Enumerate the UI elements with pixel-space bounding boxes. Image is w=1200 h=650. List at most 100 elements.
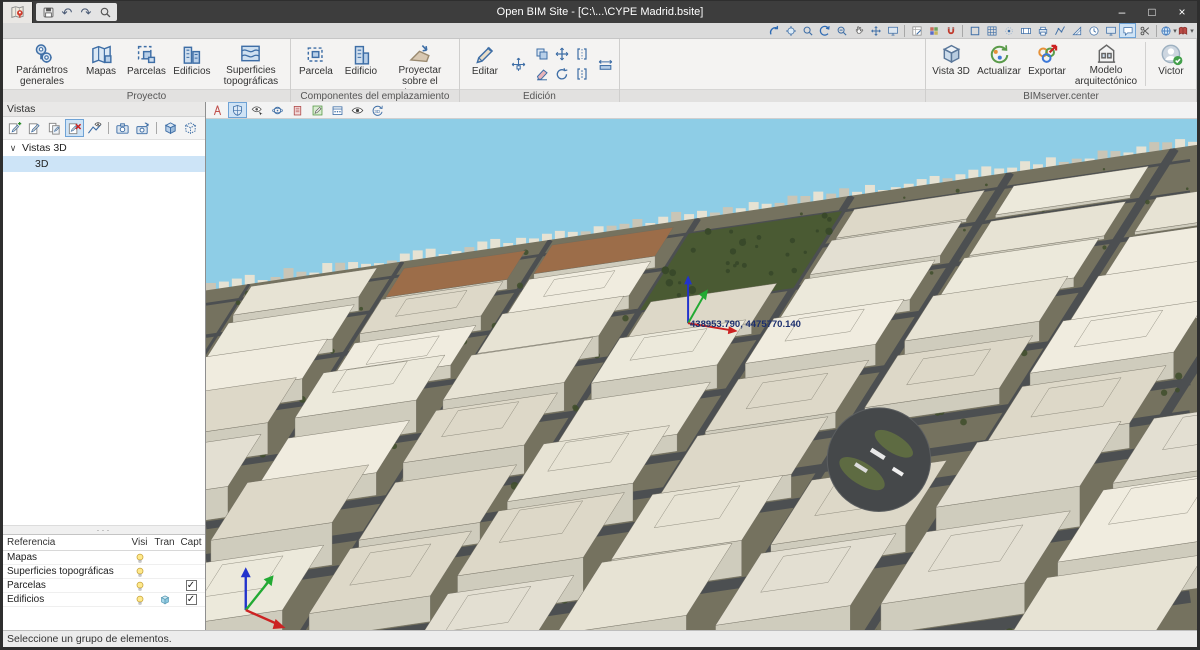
templates-icon[interactable]: [1102, 23, 1119, 38]
zoom-window-icon[interactable]: [799, 23, 816, 38]
zoom-out-icon[interactable]: [833, 23, 850, 38]
redo-icon[interactable]: ↷: [77, 4, 95, 20]
superficies-topograficas-button[interactable]: Superficies topográficas: [215, 40, 287, 88]
edificio-button[interactable]: Edificio: [339, 40, 383, 88]
parcelas-button[interactable]: Parcelas: [124, 40, 169, 88]
add-view-icon[interactable]: [5, 119, 24, 137]
close-button[interactable]: ×: [1167, 1, 1197, 23]
visible-icon[interactable]: [131, 592, 148, 607]
ribbon: Parámetros generalesMapasParcelasEdifici…: [3, 39, 1197, 102]
protection-shield-icon[interactable]: [228, 102, 247, 118]
bimserver-web-icon[interactable]: ▾: [1160, 23, 1177, 38]
grid-icon[interactable]: [983, 23, 1000, 38]
background-window-icon[interactable]: [328, 102, 347, 118]
cut-icon[interactable]: [1136, 23, 1153, 38]
tree-item-3d-selected[interactable]: 3D: [3, 156, 205, 172]
victor-button[interactable]: Victor: [1149, 40, 1193, 88]
editar-button[interactable]: Editar: [463, 40, 507, 88]
dxf-dwg-templates-icon[interactable]: [908, 23, 925, 38]
visible-icon[interactable]: [131, 564, 148, 579]
point-snap-icon[interactable]: [1000, 23, 1017, 38]
minimize-button[interactable]: –: [1107, 1, 1137, 23]
visible-icon[interactable]: [131, 550, 148, 565]
tree-node-vistas-3d[interactable]: ∨ Vistas 3D: [3, 140, 205, 156]
row-label: Parcelas: [3, 580, 127, 591]
mapas-button[interactable]: Mapas: [79, 40, 123, 88]
set-square-icon[interactable]: [1068, 23, 1085, 38]
snapshot-icon[interactable]: [113, 119, 132, 137]
editar-label: Editar: [472, 66, 498, 77]
edificios-button[interactable]: Edificios: [170, 40, 214, 88]
building-visibility-icon[interactable]: [288, 102, 307, 118]
object-snap-icon[interactable]: [942, 23, 959, 38]
viewport: 3D 438953.790, 4475770.140: [206, 102, 1197, 630]
rotate-3d-icon[interactable]: 3D: [368, 102, 387, 118]
print-icon[interactable]: [1034, 23, 1051, 38]
selection-window-icon[interactable]: [966, 23, 983, 38]
wireframe-view-icon[interactable]: [181, 119, 200, 137]
simetria-icon[interactable]: [573, 47, 590, 62]
save-icon[interactable]: [39, 4, 57, 20]
acotar-icon[interactable]: [597, 57, 614, 72]
modelo-arquitectonico-button[interactable]: Modelo arquitectónico: [1070, 40, 1142, 88]
orbit-scene-icon[interactable]: [782, 23, 799, 38]
comment-icon[interactable]: [1119, 23, 1136, 38]
panel-splitter[interactable]: ···: [3, 525, 205, 534]
rotate-view-icon[interactable]: [765, 23, 782, 38]
ribbon-group-edicion: Editar Edición: [460, 39, 620, 102]
chevron-down-icon[interactable]: ∨: [8, 143, 18, 154]
duplicate-view-icon[interactable]: [45, 119, 64, 137]
select-elements-icon[interactable]: [248, 102, 267, 118]
work-plane-icon[interactable]: [208, 102, 227, 118]
cube-icon: [940, 42, 963, 66]
snapshot-update-icon[interactable]: [133, 119, 152, 137]
dynamic-zoom-icon[interactable]: [816, 23, 833, 38]
vista-3d-button[interactable]: Vista 3D: [929, 40, 973, 88]
solid-view-icon[interactable]: [161, 119, 180, 137]
parametros-generales-button[interactable]: Parámetros generales: [6, 40, 78, 88]
proyectar-sobre-el-terreno-button[interactable]: Proyectar sobre el terreno: [384, 40, 456, 88]
col-tran: Tran: [152, 537, 177, 548]
protractor-icon[interactable]: [1085, 23, 1102, 38]
3d-city-scene[interactable]: [206, 119, 1197, 630]
girar-icon[interactable]: [553, 67, 570, 82]
viewport-canvas[interactable]: 438953.790, 4475770.140: [206, 119, 1197, 630]
views-panel: Vistas ∨ Vistas 3D 3D ··· Referencia Vis…: [3, 102, 206, 630]
edit-view-icon[interactable]: [25, 119, 44, 137]
pan-icon[interactable]: [850, 23, 867, 38]
table-row-edificios[interactable]: Edificios✓: [3, 593, 205, 607]
table-row-superficies-topogr-ficas[interactable]: Superficies topográficas: [3, 565, 205, 579]
move-view-icon[interactable]: [867, 23, 884, 38]
textures-icon[interactable]: [925, 23, 942, 38]
capture-checkbox[interactable]: ✓: [186, 594, 197, 605]
invertir-icon[interactable]: [573, 67, 590, 82]
edit-plane-icon[interactable]: [308, 102, 327, 118]
borrar-icon[interactable]: [533, 67, 550, 82]
actualizar-button[interactable]: Actualizar: [974, 40, 1024, 88]
maximize-button[interactable]: □: [1137, 1, 1167, 23]
delete-view-icon[interactable]: [65, 119, 84, 137]
dimension-ruler-icon[interactable]: [1017, 23, 1034, 38]
help-book-icon[interactable]: ▾: [1177, 23, 1194, 38]
undo-icon[interactable]: ↶: [58, 4, 76, 20]
visibility-icon[interactable]: [348, 102, 367, 118]
parcela-button[interactable]: Parcela: [294, 40, 338, 88]
capture-checkbox[interactable]: ✓: [186, 580, 197, 591]
elevation-view-icon[interactable]: [85, 119, 104, 137]
table-row-mapas[interactable]: Mapas: [3, 551, 205, 565]
ribbon-group-label-edicion: Edición: [460, 89, 619, 102]
full-screen-icon[interactable]: [884, 23, 901, 38]
exportar-button[interactable]: Exportar: [1025, 40, 1069, 88]
transparency-icon[interactable]: [156, 592, 173, 607]
app-icon[interactable]: [3, 2, 33, 23]
mover-nodo-icon[interactable]: [510, 57, 527, 72]
copiar-icon[interactable]: [533, 47, 550, 62]
search-icon[interactable]: [96, 4, 114, 20]
polyline-icon[interactable]: [1051, 23, 1068, 38]
quick-access-toolbar: ↶↷: [36, 3, 117, 21]
orbit-center-icon[interactable]: [268, 102, 287, 118]
table-row-parcelas[interactable]: Parcelas ✓: [3, 579, 205, 593]
visible-icon[interactable]: [131, 578, 148, 593]
mover-icon[interactable]: [553, 47, 570, 62]
app-window: ↶↷ Open BIM Site - [C:\...\CYPE Madrid.b…: [0, 0, 1200, 650]
